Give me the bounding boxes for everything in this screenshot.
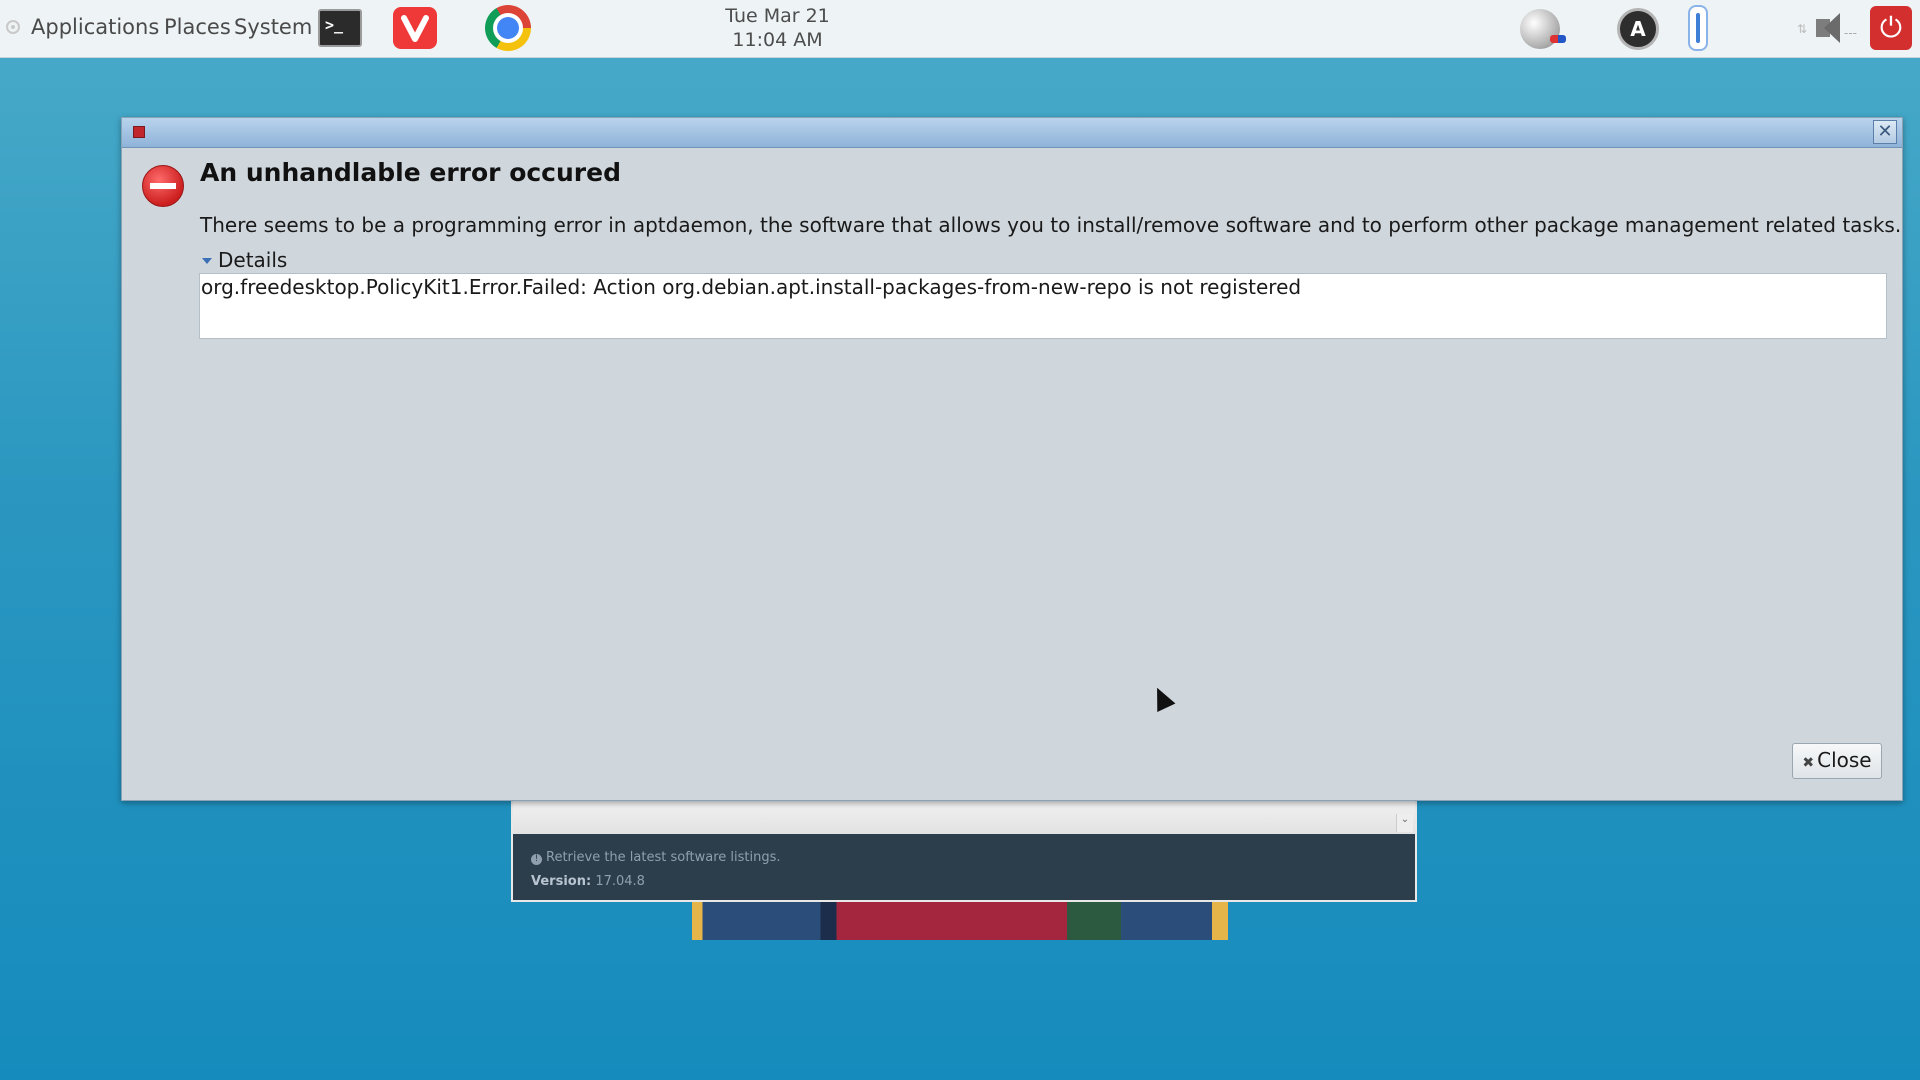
- software-update-icon[interactable]: A: [1617, 8, 1659, 50]
- vivaldi-icon[interactable]: [393, 7, 437, 49]
- network-icon[interactable]: ⇅: [1797, 22, 1807, 36]
- background-artwork: [692, 902, 1228, 940]
- volume-muted-dash: ---: [1844, 26, 1857, 40]
- clock-date[interactable]: Tue Mar 21: [690, 5, 865, 28]
- clock-time[interactable]: 11:04 AM: [690, 29, 865, 52]
- menu-dot-icon: [6, 20, 20, 34]
- menu-places[interactable]: Places: [164, 15, 231, 39]
- thermometer-icon[interactable]: [1688, 5, 1708, 51]
- close-button-label: Close: [1817, 748, 1872, 772]
- info-text: ! Retrieve the latest software listings.: [531, 850, 781, 865]
- power-icon[interactable]: ⏻: [1870, 6, 1912, 50]
- info-label: Retrieve the latest software listings.: [546, 850, 781, 865]
- scroll-down-button[interactable]: ⌄: [1396, 814, 1413, 832]
- top-panel: Applications Places System >_ Tue Mar 21…: [0, 0, 1920, 58]
- volume-icon[interactable]: ---: [1816, 13, 1860, 45]
- speaker-cone: [1824, 13, 1840, 43]
- dialog-heading: An unhandlable error occured: [200, 158, 621, 187]
- globe-icon[interactable]: [1520, 9, 1566, 49]
- expander-arrow-icon: [202, 258, 212, 264]
- details-label: Details: [218, 248, 288, 272]
- version-label: Version:: [531, 874, 592, 889]
- menu-applications[interactable]: Applications: [31, 15, 159, 39]
- software-center-window: ⌄ ! Retrieve the latest software listings…: [511, 790, 1417, 902]
- info-icon: !: [531, 854, 542, 865]
- vivaldi-logo-glyph: [401, 15, 429, 42]
- dialog-titlebar[interactable]: ✕: [122, 118, 1902, 148]
- error-dialog: ✕ An unhandlable error occured There see…: [121, 117, 1903, 801]
- close-button[interactable]: ✖ Close: [1792, 743, 1882, 779]
- details-text-area[interactable]: org.freedesktop.PolicyKit1.Error.Failed:…: [199, 273, 1887, 339]
- dialog-message: There seems to be a programming error in…: [200, 213, 1902, 237]
- window-menu-icon[interactable]: [133, 126, 145, 138]
- close-window-button[interactable]: ✕: [1873, 120, 1897, 144]
- close-button-icon: ✖: [1802, 755, 1815, 771]
- terminal-icon[interactable]: >_: [318, 9, 362, 47]
- menu-system[interactable]: System: [234, 15, 312, 39]
- version-row: Version: 17.04.8: [531, 874, 645, 889]
- version-value: 17.04.8: [595, 874, 645, 889]
- details-expander[interactable]: Details: [200, 248, 287, 272]
- error-icon: [142, 165, 184, 207]
- chrome-icon[interactable]: [485, 5, 531, 51]
